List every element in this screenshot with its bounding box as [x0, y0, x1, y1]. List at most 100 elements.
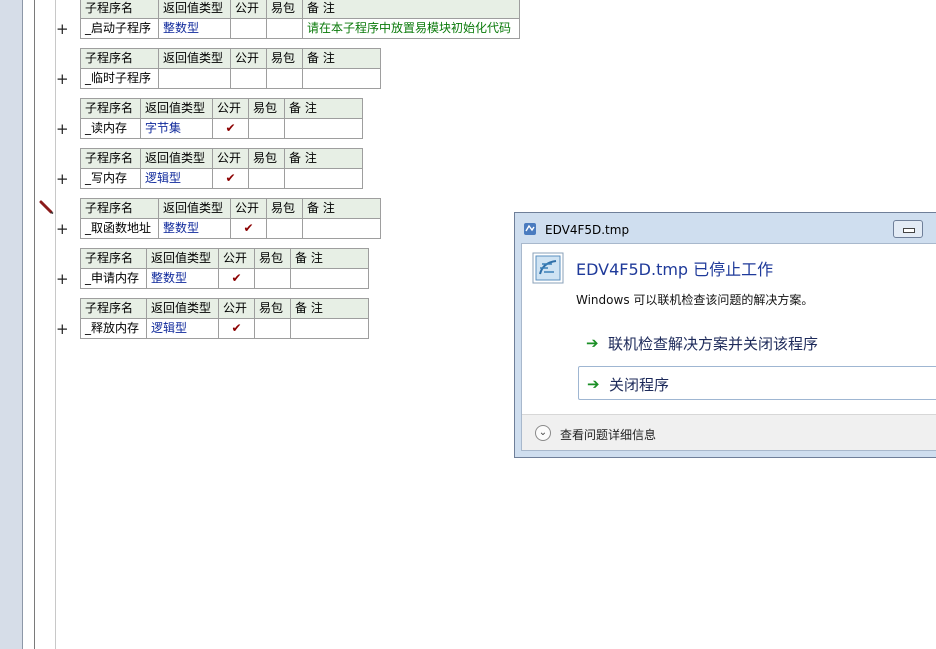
subprogram-name-cell[interactable]: _启动子程序 [80, 18, 159, 39]
column-header-return-type: 返回值类型 [158, 0, 231, 19]
public-check-cell[interactable]: ✔ [212, 168, 249, 189]
easy-pack-cell[interactable] [266, 218, 303, 239]
column-header-comment: 备 注 [284, 98, 363, 119]
app-icon [524, 223, 536, 235]
comment-cell[interactable] [302, 218, 381, 239]
column-header-return-type: 返回值类型 [140, 148, 213, 169]
column-header-return-type: 返回值类型 [140, 98, 213, 119]
return-type-cell[interactable]: 逻辑型 [146, 318, 219, 339]
comment-cell[interactable]: 请在本子程序中放置易模块初始化代码 [302, 18, 520, 39]
arrow-right-icon: ➔ [586, 334, 599, 352]
column-header-easy-pack: 易包 [266, 0, 303, 19]
column-header-name: 子程序名 [80, 48, 159, 69]
subprogram-name-cell[interactable]: _取函数地址 [80, 218, 159, 239]
subprogram-table: 子程序名 返回值类型 公开 易包 备 注 _读内存 字节集 ✔ [80, 98, 363, 139]
comment-cell[interactable] [284, 168, 363, 189]
dialog-titlebar[interactable]: EDV4F5D.tmp [515, 213, 936, 243]
subprogram-table: 子程序名 返回值类型 公开 易包 备 注 _释放内存 逻辑型 ✔ [80, 298, 369, 339]
column-header-name: 子程序名 [80, 198, 159, 219]
return-type-cell[interactable] [158, 68, 231, 89]
column-header-public: 公开 [230, 198, 267, 219]
gutter-margin-strip [0, 0, 22, 649]
column-header-name: 子程序名 [80, 148, 141, 169]
return-type-cell[interactable]: 整数型 [158, 18, 231, 39]
close-program-option[interactable]: ➔ 关闭程序 [578, 366, 936, 400]
public-check-cell[interactable]: ✔ [230, 218, 267, 239]
public-check-cell[interactable]: ✔ [218, 268, 255, 289]
dialog-heading: EDV4F5D.tmp 已停止工作 [576, 260, 774, 279]
easy-pack-cell[interactable] [266, 68, 303, 89]
column-header-return-type: 返回值类型 [158, 198, 231, 219]
easy-pack-cell[interactable] [254, 268, 291, 289]
easy-pack-cell[interactable] [254, 318, 291, 339]
crash-dialog: EDV4F5D.tmp EDV4F5D.tmp 已停止工作 Windows 可以… [514, 212, 936, 458]
subprogram-table: 子程序名 返回值类型 公开 易包 备 注 _启动子程序 整数型 请在本子程序中放… [80, 0, 520, 39]
expand-toggle[interactable]: + [56, 122, 69, 137]
comment-cell[interactable] [290, 268, 369, 289]
column-header-name: 子程序名 [80, 248, 147, 269]
check-online-label: 联机检查解决方案并关闭该程序 [608, 335, 819, 353]
expand-toggle[interactable]: + [56, 272, 69, 287]
expand-toggle[interactable]: + [56, 172, 69, 187]
close-program-label: 关闭程序 [609, 376, 670, 394]
subprogram-table: 子程序名 返回值类型 公开 易包 备 注 _写内存 逻辑型 ✔ [80, 148, 363, 189]
easy-pack-cell[interactable] [266, 18, 303, 39]
column-header-return-type: 返回值类型 [158, 48, 231, 69]
column-header-comment: 备 注 [302, 198, 381, 219]
column-header-public: 公开 [230, 0, 267, 19]
gutter-divider [34, 0, 35, 649]
public-cell[interactable] [230, 68, 267, 89]
gutter-divider [22, 0, 23, 649]
subprogram-name-cell[interactable]: _释放内存 [80, 318, 147, 339]
comment-cell[interactable] [284, 118, 363, 139]
check-online-option[interactable]: ➔ 联机检查解决方案并关闭该程序 [578, 326, 936, 360]
subprogram-table: 子程序名 返回值类型 公开 易包 备 注 _申请内存 整数型 ✔ [80, 248, 369, 289]
subprogram-name-cell[interactable]: _临时子程序 [80, 68, 159, 89]
comment-cell[interactable] [290, 318, 369, 339]
subprogram-table: 子程序名 返回值类型 公开 易包 备 注 _临时子程序 [80, 48, 381, 89]
program-icon [532, 252, 564, 284]
minimize-icon [903, 228, 915, 233]
easy-pack-cell[interactable] [248, 168, 285, 189]
editor-gutter [0, 0, 56, 649]
chevron-down-icon[interactable]: ⌄ [535, 425, 551, 441]
public-check-cell[interactable]: ✔ [218, 318, 255, 339]
column-header-comment: 备 注 [290, 298, 369, 319]
column-header-public: 公开 [230, 48, 267, 69]
expand-toggle[interactable]: + [56, 222, 69, 237]
column-header-easy-pack: 易包 [266, 198, 303, 219]
column-header-name: 子程序名 [80, 98, 141, 119]
return-type-cell[interactable]: 整数型 [158, 218, 231, 239]
public-cell[interactable] [230, 18, 267, 39]
expand-toggle[interactable]: + [56, 72, 69, 87]
column-header-name: 子程序名 [80, 0, 159, 19]
subprogram-table: 子程序名 返回值类型 公开 易包 备 注 _取函数地址 整数型 ✔ [80, 198, 381, 239]
column-header-comment: 备 注 [302, 48, 381, 69]
return-type-cell[interactable]: 字节集 [140, 118, 213, 139]
column-header-public: 公开 [212, 148, 249, 169]
column-header-comment: 备 注 [302, 0, 520, 19]
subprogram-name-cell[interactable]: _读内存 [80, 118, 141, 139]
column-header-easy-pack: 易包 [266, 48, 303, 69]
expand-toggle[interactable]: + [56, 22, 69, 37]
column-header-easy-pack: 易包 [254, 298, 291, 319]
subprogram-name-cell[interactable]: _申请内存 [80, 268, 147, 289]
arrow-right-icon: ➔ [587, 375, 600, 393]
public-check-cell[interactable]: ✔ [212, 118, 249, 139]
minimize-button[interactable] [893, 220, 923, 238]
column-header-public: 公开 [212, 98, 249, 119]
subprogram-name-cell[interactable]: _写内存 [80, 168, 141, 189]
dialog-footer: ⌄ 查看问题详细信息 [522, 414, 936, 450]
return-type-cell[interactable]: 整数型 [146, 268, 219, 289]
easy-pack-cell[interactable] [248, 118, 285, 139]
dialog-title: EDV4F5D.tmp [545, 223, 630, 237]
dialog-content: EDV4F5D.tmp 已停止工作 Windows 可以联机检查该问题的解决方案… [521, 243, 936, 451]
expand-toggle[interactable]: + [56, 322, 69, 337]
dialog-description: Windows 可以联机检查该问题的解决方案。 [576, 293, 814, 307]
column-header-comment: 备 注 [290, 248, 369, 269]
view-details-link[interactable]: 查看问题详细信息 [560, 426, 656, 443]
column-header-easy-pack: 易包 [248, 148, 285, 169]
comment-cell[interactable] [302, 68, 381, 89]
column-header-name: 子程序名 [80, 298, 147, 319]
return-type-cell[interactable]: 逻辑型 [140, 168, 213, 189]
